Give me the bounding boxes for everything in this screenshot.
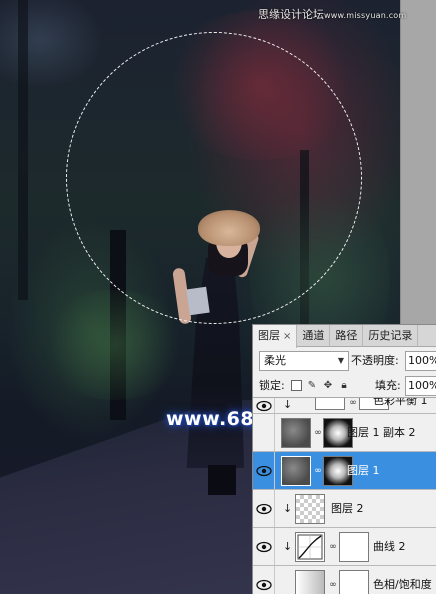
lock-transparent-pixels-icon[interactable] bbox=[291, 380, 302, 391]
elliptical-selection-marquee[interactable] bbox=[66, 32, 362, 324]
tab-label: 路径 bbox=[335, 329, 358, 342]
eye-icon bbox=[256, 540, 272, 554]
eye-icon bbox=[256, 464, 272, 478]
tree-trunk bbox=[18, 0, 28, 300]
layer-row-curves2[interactable]: ↓ ∞ 曲线 2 bbox=[253, 528, 436, 566]
watermark-site: www.missyuan.com bbox=[324, 11, 407, 20]
visibility-toggle[interactable] bbox=[253, 528, 275, 565]
clip-arrow-icon: ↓ bbox=[283, 398, 293, 411]
blend-row: 柔光 ▼ 不透明度: 100% bbox=[253, 349, 436, 373]
panel-tabs: 图层 × 通道 路径 历史记录 bbox=[253, 325, 436, 348]
layer-row-layer1[interactable]: ∞ 图层 1 bbox=[253, 452, 436, 490]
layer-name[interactable]: 曲线 2 bbox=[373, 528, 406, 566]
layer-thumbnail[interactable] bbox=[295, 494, 325, 524]
layer-row-layer2[interactable]: ↓ 图层 2 bbox=[253, 490, 436, 528]
link-icon[interactable]: ∞ bbox=[329, 580, 337, 591]
layer-list: ↓ ∞ 色彩平衡 1 ∞ 图层 1 副本 2 ∞ 图层 1 ↓ 图层 2 ↓ ∞… bbox=[253, 397, 436, 594]
lock-icons: ✎ ✥ 🔒︎ bbox=[291, 379, 350, 392]
lock-image-pixels-icon[interactable]: ✎ bbox=[306, 379, 318, 392]
opacity-label: 不透明度: bbox=[351, 354, 399, 367]
clip-arrow-icon: ↓ bbox=[283, 502, 293, 515]
layer-name[interactable]: 色彩平衡 1 bbox=[373, 398, 428, 408]
tab-label: 通道 bbox=[302, 329, 325, 342]
layer-row-hue-saturation[interactable]: ∞ 色相/饱和度 bbox=[253, 566, 436, 594]
watermark-missyuan: 思缘设计论坛www.missyuan.com bbox=[258, 6, 436, 24]
fill-label: 填充: bbox=[375, 379, 401, 392]
layer-thumbnail[interactable] bbox=[281, 456, 311, 486]
layers-panel: 图层× 通道 路径 历史记录 柔光 ▼ 不透明度: 100% 锁定: ✎ ✥ 🔒… bbox=[252, 324, 436, 594]
tab-layers[interactable]: 图层 × bbox=[253, 325, 298, 348]
chevron-down-icon: ▼ bbox=[337, 356, 344, 365]
visibility-toggle[interactable] bbox=[253, 452, 275, 489]
layer-row-color-balance[interactable]: ↓ ∞ 色彩平衡 1 bbox=[253, 398, 436, 414]
link-icon[interactable]: ∞ bbox=[349, 398, 357, 409]
layer-thumbnail[interactable] bbox=[281, 418, 311, 448]
layer-row-layer1-copy2[interactable]: ∞ 图层 1 副本 2 bbox=[253, 414, 436, 452]
layer-name[interactable]: 图层 1 bbox=[347, 452, 380, 490]
woman-legs bbox=[208, 465, 236, 495]
tab-label: 图层 bbox=[258, 329, 280, 342]
hue-saturation-icon[interactable] bbox=[295, 570, 325, 594]
clip-arrow-icon: ↓ bbox=[283, 540, 293, 553]
curves-icon[interactable] bbox=[295, 532, 325, 562]
eye-icon bbox=[256, 399, 272, 413]
fill-field[interactable]: 100% bbox=[405, 376, 436, 396]
opacity-field[interactable]: 100% bbox=[405, 351, 436, 371]
lock-all-icon[interactable]: 🔒︎ bbox=[338, 379, 350, 392]
layer-name[interactable]: 图层 1 副本 2 bbox=[347, 414, 416, 452]
link-icon[interactable]: ∞ bbox=[314, 428, 322, 439]
watermark-brand: 思缘设计论坛 bbox=[258, 8, 324, 21]
visibility-toggle[interactable] bbox=[253, 414, 275, 451]
tab-channels[interactable]: 通道 bbox=[297, 325, 331, 347]
blend-mode-select[interactable]: 柔光 ▼ bbox=[259, 351, 349, 371]
eye-icon bbox=[256, 578, 272, 592]
blend-mode-value: 柔光 bbox=[264, 354, 286, 367]
visibility-toggle[interactable] bbox=[253, 566, 275, 594]
link-icon[interactable]: ∞ bbox=[314, 466, 322, 477]
adjustment-thumbnail[interactable] bbox=[315, 398, 345, 410]
layer-mask-thumbnail[interactable] bbox=[339, 570, 369, 594]
eye-icon bbox=[256, 502, 272, 516]
close-icon[interactable]: × bbox=[283, 331, 291, 342]
layer-mask-thumbnail[interactable] bbox=[339, 532, 369, 562]
lock-row: 锁定: ✎ ✥ 🔒︎ 填充: 100% bbox=[253, 375, 436, 397]
lock-position-icon[interactable]: ✥ bbox=[322, 379, 334, 392]
tab-label: 历史记录 bbox=[368, 329, 413, 342]
layer-name[interactable]: 图层 2 bbox=[331, 490, 364, 528]
tab-history[interactable]: 历史记录 bbox=[363, 325, 419, 347]
visibility-toggle[interactable] bbox=[253, 490, 275, 527]
lock-label: 锁定: bbox=[259, 379, 285, 392]
layer-name[interactable]: 色相/饱和度 bbox=[373, 566, 432, 594]
visibility-toggle[interactable] bbox=[253, 398, 275, 413]
tab-paths[interactable]: 路径 bbox=[330, 325, 364, 347]
link-icon[interactable]: ∞ bbox=[329, 542, 337, 553]
workspace-gray-area bbox=[400, 0, 436, 330]
